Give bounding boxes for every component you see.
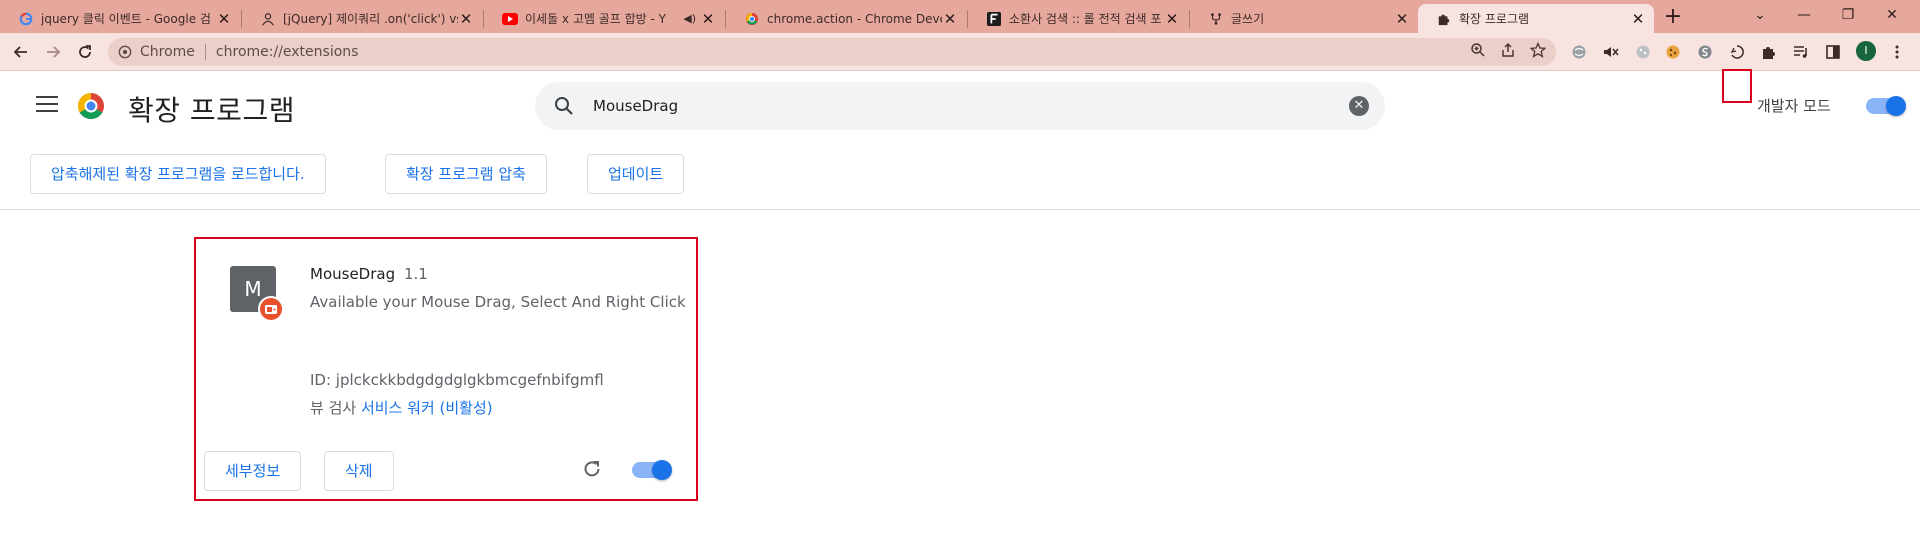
audio-playing-icon[interactable]: ◀)	[683, 12, 696, 25]
tab-search-chevron-icon[interactable]: ⌄	[1738, 0, 1782, 30]
close-icon[interactable]: ✕	[700, 10, 716, 28]
media-queue-icon[interactable]	[1790, 41, 1812, 63]
zoom-icon[interactable]	[1470, 42, 1486, 62]
cookie-grey-extension-icon[interactable]	[1632, 41, 1654, 63]
puzzle-icon[interactable]	[1758, 41, 1780, 63]
tab-youtube[interactable]: 이세돌 x 고멤 골프 합방 - Y ◀) ✕	[484, 4, 724, 33]
back-button[interactable]	[8, 39, 34, 65]
developer-mode-toggle[interactable]	[1866, 96, 1906, 116]
address-bar[interactable]: Chrome chrome://extensions	[108, 38, 1556, 66]
update-button[interactable]: 업데이트	[587, 154, 685, 194]
globe-extension-icon[interactable]	[1568, 41, 1590, 63]
search-box[interactable]: ✕	[535, 82, 1385, 130]
share-icon[interactable]	[1500, 42, 1516, 62]
letter-f-icon	[986, 11, 1002, 27]
forward-button[interactable]	[40, 39, 66, 65]
new-tab-button[interactable]: +	[1660, 4, 1686, 30]
tab-title: 소환사 검색 :: 롤 전적 검색 포	[1009, 12, 1162, 26]
tab-jquery-click[interactable]: jquery 클릭 이벤트 - Google 검 ✕	[0, 4, 240, 33]
tab-op-gg[interactable]: 소환사 검색 :: 롤 전적 검색 포 ✕	[968, 4, 1188, 33]
grey-s-extension-icon[interactable]	[1694, 41, 1716, 63]
remove-button[interactable]: 삭제	[324, 451, 394, 491]
site-label: Chrome	[140, 44, 195, 60]
site-info[interactable]: Chrome	[108, 44, 195, 60]
close-icon[interactable]: ✕	[1164, 10, 1180, 28]
close-icon[interactable]: ✕	[942, 10, 958, 28]
policy-badge-icon	[258, 296, 284, 322]
chrome-icon	[744, 11, 760, 27]
chrome-logo-icon	[77, 92, 105, 120]
hamburger-menu-icon[interactable]	[36, 96, 58, 114]
tab-title: 이세돌 x 고멤 골프 합방 - Y	[525, 12, 667, 26]
person-icon	[260, 11, 276, 27]
extension-enable-toggle[interactable]	[632, 460, 672, 480]
tab-title: jquery 클릭 이벤트 - Google 검	[41, 12, 211, 26]
developer-mode-label: 개발자 모드	[1757, 97, 1831, 115]
inspect-views: 뷰 검사 서비스 워커 (비활성)	[310, 397, 493, 418]
mousedrag-extension-icon[interactable]	[1726, 41, 1748, 63]
reload-extension-icon[interactable]	[580, 457, 604, 481]
tab-extensions[interactable]: 확장 프로그램 ✕	[1418, 4, 1654, 33]
close-icon[interactable]: ✕	[1630, 10, 1646, 28]
tab-title: chrome.action - Chrome Develo	[767, 11, 942, 26]
youtube-icon	[502, 11, 518, 27]
tab-title: 확장 프로그램	[1459, 12, 1530, 26]
clear-search-icon[interactable]: ✕	[1349, 96, 1369, 116]
profile-avatar[interactable]: I	[1856, 41, 1876, 61]
puzzle-icon	[1436, 11, 1452, 27]
extension-description: Available your Mouse Drag, Select And Ri…	[310, 293, 686, 311]
close-window-button[interactable]: ✕	[1870, 0, 1914, 30]
extension-id: ID: jplckckkbdgdgdglgkbmcgefnbifgmfl	[310, 371, 604, 389]
toggle-knob	[652, 460, 672, 480]
tab-strip: jquery 클릭 이벤트 - Google 검 ✕ [jQuery] 제이쿼리…	[0, 0, 1920, 33]
chrome-site-icon	[118, 45, 132, 59]
tab-jquery-on-click[interactable]: [jQuery] 제이쿼리 .on('click') vs ✕	[242, 4, 482, 33]
browser-toolbar: Chrome chrome://extensions	[0, 33, 1920, 103]
search-icon	[553, 95, 575, 121]
load-unpacked-button[interactable]: 압축해제된 확장 프로그램을 로드합니다.	[30, 154, 326, 194]
page-title: 확장 프로그램	[128, 94, 295, 127]
mute-extension-icon[interactable]	[1600, 41, 1622, 63]
extension-version: 1.1	[404, 265, 428, 283]
more-menu-icon[interactable]	[1886, 41, 1908, 63]
search-input[interactable]	[593, 92, 1313, 120]
close-icon[interactable]: ✕	[216, 10, 232, 28]
url-text[interactable]: chrome://extensions	[216, 44, 359, 60]
restore-button[interactable]: ❐	[1826, 0, 1870, 30]
toggle-knob	[1886, 96, 1906, 116]
fork-icon	[1208, 11, 1224, 27]
close-icon[interactable]: ✕	[1394, 10, 1410, 28]
tab-title: 글쓰기	[1231, 12, 1265, 26]
close-icon[interactable]: ✕	[458, 10, 474, 28]
service-worker-link[interactable]: 서비스 워커 (비활성)	[361, 399, 493, 417]
omnibox-actions	[1470, 41, 1547, 62]
bookmark-star-icon[interactable]	[1529, 41, 1547, 62]
pack-extension-button[interactable]: 확장 프로그램 압축	[385, 154, 547, 194]
google-icon	[18, 11, 34, 27]
tab-title: [jQuery] 제이쿼리 .on('click') vs	[283, 12, 458, 26]
minimize-button[interactable]: —	[1782, 0, 1826, 30]
side-panel-icon[interactable]	[1822, 41, 1844, 63]
extension-name: MouseDrag	[310, 265, 396, 283]
inspect-views-label: 뷰 검사	[310, 399, 357, 417]
extension-card: M MouseDrag 1.1 Available your Mouse Dra…	[194, 237, 698, 501]
tab-write[interactable]: 글쓰기 ✕	[1190, 4, 1418, 33]
omnibox-divider	[204, 44, 206, 60]
details-button[interactable]: 세부정보	[204, 451, 302, 491]
cookie-extension-icon[interactable]	[1662, 41, 1684, 63]
tab-chrome-action[interactable]: chrome.action - Chrome Develo ✕	[726, 4, 966, 33]
reload-button[interactable]	[72, 39, 98, 65]
